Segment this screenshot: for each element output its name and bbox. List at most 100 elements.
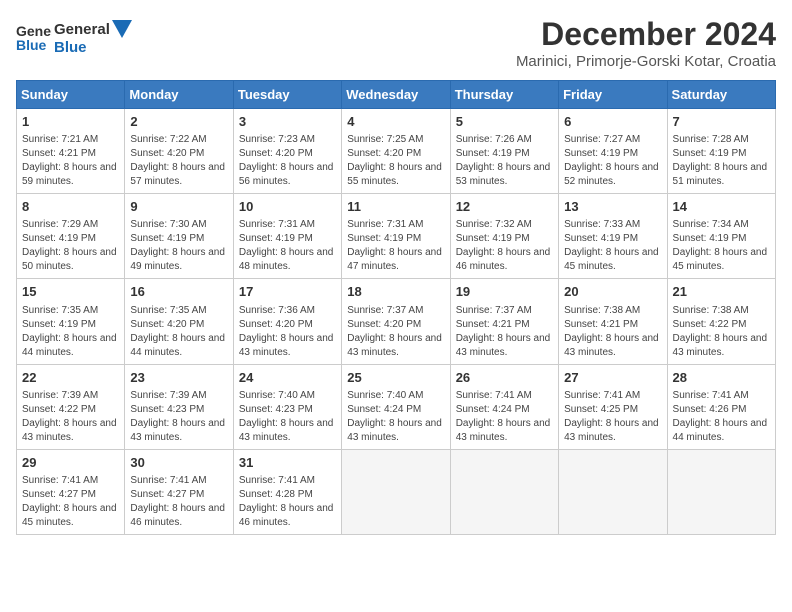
day-info: Sunrise: 7:35 AMSunset: 4:19 PMDaylight:…: [22, 304, 119, 360]
calendar-cell: 28 Sunrise: 7:41 AMSunset: 4:26 PMDayligh…: [667, 364, 775, 449]
calendar-week-row: 22Sunrise: 7:39 AMSunset: 4:22 PMDayligh…: [17, 364, 776, 449]
weekday-header-thursday: Thursday: [450, 81, 558, 109]
day-number: 15: [22, 283, 119, 301]
calendar-week-row: 15 Sunrise: 7:35 AMSunset: 4:19 PMDayligh…: [17, 279, 776, 364]
calendar-cell: [450, 449, 558, 534]
weekday-header-saturday: Saturday: [667, 81, 775, 109]
day-info: Sunrise: 7:23 AMSunset: 4:20 PMDaylight:…: [239, 133, 336, 189]
calendar-cell: 14 Sunrise: 7:34 AMSunset: 4:19 PMDayligh…: [667, 194, 775, 279]
day-number: 13: [564, 198, 661, 216]
day-info: Sunrise: 7:41 AMSunset: 4:27 PMDaylight:…: [22, 474, 119, 530]
day-info: Sunrise: 7:41 AMSunset: 4:28 PMDaylight:…: [239, 474, 336, 530]
day-number: 10: [239, 198, 336, 216]
calendar-cell: 22Sunrise: 7:39 AMSunset: 4:22 PMDayligh…: [17, 364, 125, 449]
day-info: Sunrise: 7:37 AMSunset: 4:21 PMDaylight:…: [456, 304, 553, 360]
day-info: Sunrise: 7:28 AMSunset: 4:19 PMDaylight:…: [673, 133, 770, 189]
calendar-subtitle: Marinici, Primorje-Gorski Kotar, Croatia: [516, 53, 776, 70]
calendar-cell: 3Sunrise: 7:23 AMSunset: 4:20 PMDaylight…: [233, 109, 341, 194]
day-number: 28: [673, 369, 770, 387]
calendar-cell: 13 Sunrise: 7:33 AMSunset: 4:19 PMDayligh…: [559, 194, 667, 279]
day-number: 8: [22, 198, 119, 216]
day-info: Sunrise: 7:39 AMSunset: 4:23 PMDaylight:…: [130, 389, 227, 445]
day-number: 4: [347, 113, 444, 131]
day-info: Sunrise: 7:33 AMSunset: 4:19 PMDaylight:…: [564, 218, 661, 274]
day-number: 25: [347, 369, 444, 387]
day-number: 16: [130, 283, 227, 301]
day-info: Sunrise: 7:41 AMSunset: 4:26 PMDaylight:…: [673, 389, 770, 445]
calendar-cell: 27 Sunrise: 7:41 AMSunset: 4:25 PMDayligh…: [559, 364, 667, 449]
day-info: Sunrise: 7:36 AMSunset: 4:20 PMDaylight:…: [239, 304, 336, 360]
day-info: Sunrise: 7:41 AMSunset: 4:25 PMDaylight:…: [564, 389, 661, 445]
day-info: Sunrise: 7:31 AMSunset: 4:19 PMDaylight:…: [239, 218, 336, 274]
day-number: 29: [22, 454, 119, 472]
calendar-week-row: 8 Sunrise: 7:29 AMSunset: 4:19 PMDaylight…: [17, 194, 776, 279]
day-info: Sunrise: 7:27 AMSunset: 4:19 PMDaylight:…: [564, 133, 661, 189]
calendar-cell: 19 Sunrise: 7:37 AMSunset: 4:21 PMDayligh…: [450, 279, 558, 364]
calendar-cell: 10 Sunrise: 7:31 AMSunset: 4:19 PMDayligh…: [233, 194, 341, 279]
day-number: 21: [673, 283, 770, 301]
calendar-cell: 5Sunrise: 7:26 AMSunset: 4:19 PMDaylight…: [450, 109, 558, 194]
day-number: 18: [347, 283, 444, 301]
calendar-cell: 18 Sunrise: 7:37 AMSunset: 4:20 PMDayligh…: [342, 279, 450, 364]
calendar-cell: 15 Sunrise: 7:35 AMSunset: 4:19 PMDayligh…: [17, 279, 125, 364]
calendar-cell: 20 Sunrise: 7:38 AMSunset: 4:21 PMDayligh…: [559, 279, 667, 364]
svg-text:Blue: Blue: [54, 39, 87, 56]
day-number: 7: [673, 113, 770, 131]
calendar-cell: 11 Sunrise: 7:31 AMSunset: 4:19 PMDayligh…: [342, 194, 450, 279]
day-number: 17: [239, 283, 336, 301]
logo-full: General Blue: [54, 16, 139, 60]
day-info: Sunrise: 7:34 AMSunset: 4:19 PMDaylight:…: [673, 218, 770, 274]
weekday-header-sunday: Sunday: [17, 81, 125, 109]
day-number: 31: [239, 454, 336, 472]
day-number: 20: [564, 283, 661, 301]
weekday-header-friday: Friday: [559, 81, 667, 109]
day-info: Sunrise: 7:39 AMSunset: 4:22 PMDaylight:…: [22, 389, 119, 445]
calendar-cell: 1 Sunrise: 7:21 AMSunset: 4:21 PMDaylight…: [17, 109, 125, 194]
day-info: Sunrise: 7:38 AMSunset: 4:21 PMDaylight:…: [564, 304, 661, 360]
day-number: 12: [456, 198, 553, 216]
calendar-cell: 23 Sunrise: 7:39 AMSunset: 4:23 PMDayligh…: [125, 364, 233, 449]
day-number: 23: [130, 369, 227, 387]
calendar-cell: 8 Sunrise: 7:29 AMSunset: 4:19 PMDaylight…: [17, 194, 125, 279]
day-info: Sunrise: 7:38 AMSunset: 4:22 PMDaylight:…: [673, 304, 770, 360]
calendar-cell: 31 Sunrise: 7:41 AMSunset: 4:28 PMDayligh…: [233, 449, 341, 534]
calendar-cell: 2Sunrise: 7:22 AMSunset: 4:20 PMDaylight…: [125, 109, 233, 194]
day-info: Sunrise: 7:30 AMSunset: 4:19 PMDaylight:…: [130, 218, 227, 274]
calendar-cell: 24Sunrise: 7:40 AMSunset: 4:23 PMDayligh…: [233, 364, 341, 449]
day-info: Sunrise: 7:31 AMSunset: 4:19 PMDaylight:…: [347, 218, 444, 274]
calendar-title: December 2024: [516, 16, 776, 53]
calendar-cell: [342, 449, 450, 534]
calendar-week-row: 1 Sunrise: 7:21 AMSunset: 4:21 PMDaylight…: [17, 109, 776, 194]
day-number: 6: [564, 113, 661, 131]
calendar-week-row: 29 Sunrise: 7:41 AMSunset: 4:27 PMDayligh…: [17, 449, 776, 534]
day-number: 9: [130, 198, 227, 216]
day-number: 1: [22, 113, 119, 131]
day-number: 14: [673, 198, 770, 216]
day-info: Sunrise: 7:37 AMSunset: 4:20 PMDaylight:…: [347, 304, 444, 360]
day-number: 30: [130, 454, 227, 472]
calendar-cell: [559, 449, 667, 534]
day-info: Sunrise: 7:29 AMSunset: 4:19 PMDaylight:…: [22, 218, 119, 274]
calendar-cell: 6 Sunrise: 7:27 AMSunset: 4:19 PMDaylight…: [559, 109, 667, 194]
logo: General Blue General Blue: [16, 16, 139, 60]
day-number: 19: [456, 283, 553, 301]
day-number: 24: [239, 369, 336, 387]
day-info: Sunrise: 7:21 AMSunset: 4:21 PMDaylight:…: [22, 133, 119, 189]
calendar-cell: 7 Sunrise: 7:28 AMSunset: 4:19 PMDaylight…: [667, 109, 775, 194]
page-header: General Blue General Blue December 2024 …: [16, 16, 776, 70]
day-number: 5: [456, 113, 553, 131]
calendar-cell: 17 Sunrise: 7:36 AMSunset: 4:20 PMDayligh…: [233, 279, 341, 364]
calendar-cell: 30Sunrise: 7:41 AMSunset: 4:27 PMDayligh…: [125, 449, 233, 534]
day-info: Sunrise: 7:22 AMSunset: 4:20 PMDaylight:…: [130, 133, 227, 189]
weekday-header-monday: Monday: [125, 81, 233, 109]
logo-icon: General Blue: [16, 20, 52, 56]
day-number: 11: [347, 198, 444, 216]
calendar-cell: 16 Sunrise: 7:35 AMSunset: 4:20 PMDayligh…: [125, 279, 233, 364]
day-number: 27: [564, 369, 661, 387]
svg-text:General: General: [54, 21, 110, 38]
calendar-title-block: December 2024 Marinici, Primorje-Gorski …: [516, 16, 776, 70]
calendar-cell: 26Sunrise: 7:41 AMSunset: 4:24 PMDayligh…: [450, 364, 558, 449]
day-info: Sunrise: 7:35 AMSunset: 4:20 PMDaylight:…: [130, 304, 227, 360]
day-number: 26: [456, 369, 553, 387]
calendar-header-row: SundayMondayTuesdayWednesdayThursdayFrid…: [17, 81, 776, 109]
